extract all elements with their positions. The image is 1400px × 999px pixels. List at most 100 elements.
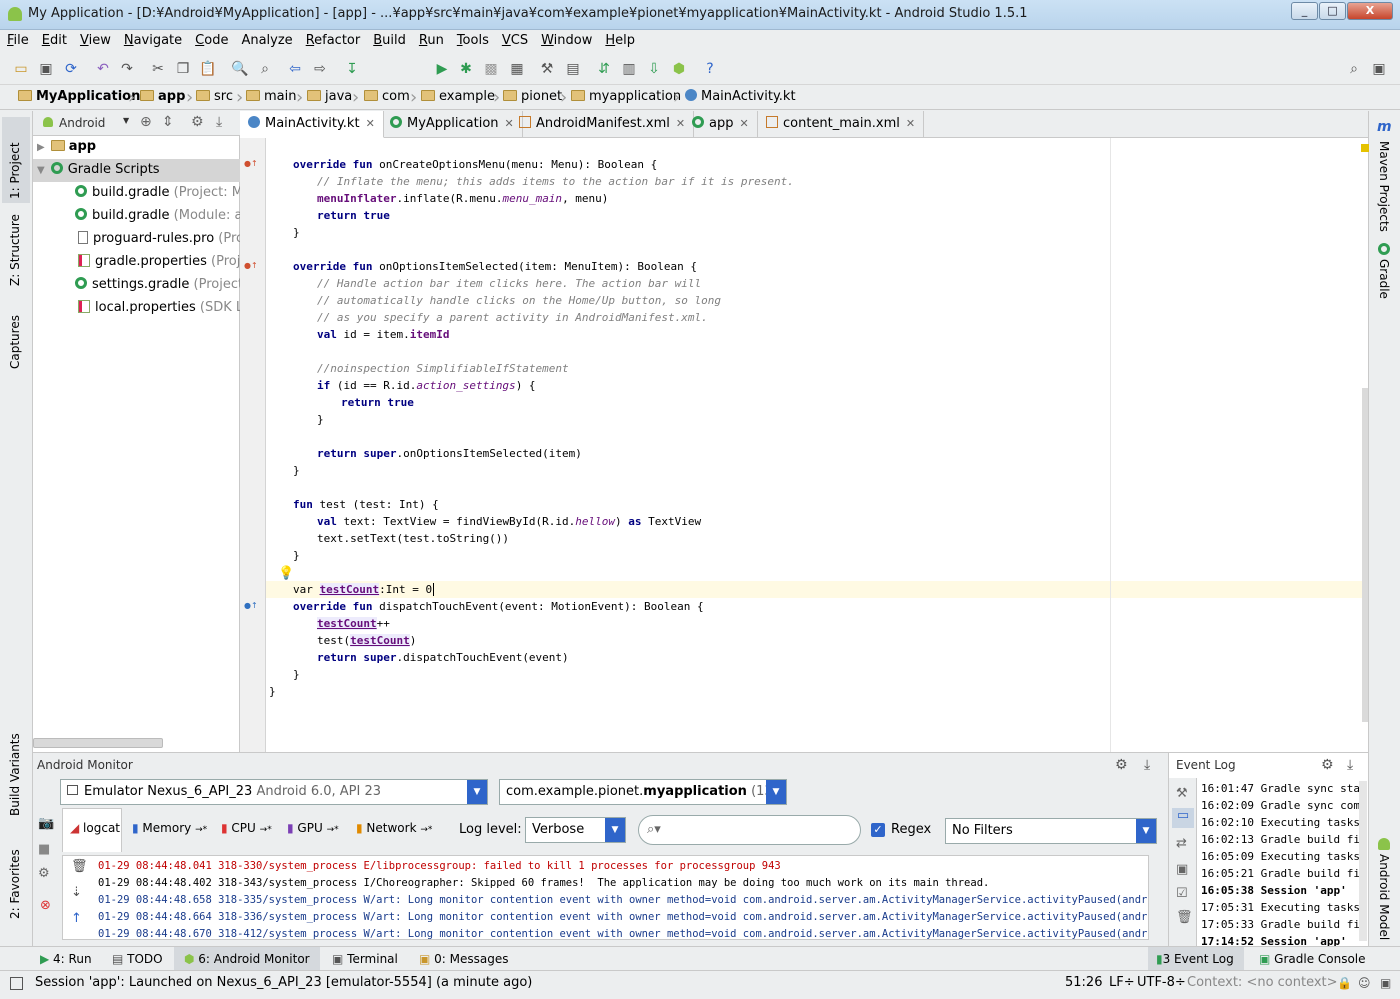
logcat-output[interactable]: 01-29 08:44:48.041 318-330/system_proces… — [62, 855, 1149, 940]
menu-view[interactable]: View — [73, 30, 117, 48]
tool-tab-android-monitor[interactable]: ⬢ 6: Android Monitor — [174, 947, 320, 971]
tool-tab-structure[interactable]: Z: Structure — [8, 214, 22, 286]
android-device-monitor-icon[interactable]: ⬢ — [670, 60, 688, 78]
avd-manager-icon[interactable]: ▥ — [620, 60, 638, 78]
breadcrumb-app[interactable]: app — [140, 89, 185, 104]
tab-mainactivity[interactable]: MainActivity.kt ✕ — [240, 111, 384, 138]
menu-file[interactable]: File — [0, 30, 35, 48]
lock-icon[interactable]: 🔒 — [1337, 976, 1352, 990]
log-level-select[interactable]: Verbose ▼ — [525, 817, 626, 843]
tool-tab-maven[interactable]: Maven Projects — [1377, 141, 1391, 232]
tab-logcat[interactable]: ◢ logcat — [70, 808, 120, 846]
tool-tab-favorites[interactable]: 2: Favorites — [8, 849, 22, 919]
make-project-icon[interactable]: ↧ — [343, 60, 361, 78]
tree-item-build-gradle-project[interactable]: build.gradle (Project: MyApplication) — [33, 182, 240, 205]
redo-icon[interactable]: ↷ — [118, 60, 136, 78]
tool-tab-messages[interactable]: ▣ 0: Messages — [419, 947, 509, 971]
scope-icon[interactable]: ⊕ — [140, 114, 152, 130]
menu-navigate[interactable]: Navigate — [117, 30, 188, 48]
project-structure-icon[interactable]: ⚒ — [538, 60, 556, 78]
tool-tab-run[interactable]: ▶ 4: Run — [40, 947, 92, 971]
breadcrumb-pionet[interactable]: pionet — [503, 89, 562, 104]
sdk-download-icon[interactable]: ⇩ — [645, 60, 663, 78]
cut-icon[interactable]: ✂ — [149, 60, 167, 78]
debug-icon[interactable]: ✱ — [457, 60, 475, 78]
tool-tab-event-log[interactable]: ▮3 Event Log — [1148, 947, 1244, 971]
camera-icon[interactable]: 📷 — [38, 816, 54, 831]
menu-window[interactable]: Window — [534, 30, 598, 48]
mark-read-icon[interactable]: ☑ — [1176, 886, 1188, 901]
maximize-button[interactable]: □ — [1319, 2, 1346, 20]
line-separator[interactable]: LF÷ — [1109, 975, 1135, 990]
menu-analyze[interactable]: Analyze — [234, 30, 298, 48]
close-button[interactable]: X — [1347, 2, 1393, 20]
inspector-icon[interactable]: ☺ — [1358, 976, 1371, 990]
menu-run[interactable]: Run — [412, 30, 450, 48]
forward-icon[interactable]: ⇨ — [311, 60, 329, 78]
system-info-icon[interactable]: ⚙ — [38, 866, 50, 881]
tool-tab-captures[interactable]: Captures — [8, 315, 22, 369]
breadcrumb-src[interactable]: src — [196, 89, 233, 104]
back-icon[interactable]: ⇦ — [286, 60, 304, 78]
hide-panel-icon[interactable]: ⤓ — [1347, 757, 1353, 773]
tree-item-gradle-scripts[interactable]: ▼ Gradle Scripts — [33, 159, 240, 182]
gear-icon[interactable]: ⚙ — [1115, 757, 1128, 773]
logcat-search-input[interactable]: ⌕▾ — [638, 815, 861, 845]
help-icon[interactable]: ? — [701, 60, 719, 78]
regex-checkbox[interactable]: ✓ — [871, 823, 885, 837]
tab-app[interactable]: app ✕ — [684, 111, 758, 138]
project-view-select[interactable]: Android ▼ — [37, 114, 133, 133]
wrap-icon[interactable]: ⇄ — [1176, 836, 1187, 851]
breadcrumb-project[interactable]: MyApplication — [18, 89, 140, 104]
undo-icon[interactable]: ↶ — [94, 60, 112, 78]
clear-log-icon[interactable]: 🗑 — [71, 858, 88, 875]
tool-tab-gradle[interactable]: Gradle — [1377, 259, 1391, 299]
attach-debugger-icon[interactable]: ▦ — [508, 60, 526, 78]
tab-gpu[interactable]: ▮ GPU →* — [287, 808, 339, 846]
menu-tools[interactable]: Tools — [450, 30, 495, 48]
filter-select[interactable]: No Filters ▼ — [945, 818, 1157, 844]
tab-myapplication[interactable]: MyApplication ✕ — [382, 111, 523, 138]
override-marker-icon[interactable]: ●↑ — [244, 261, 258, 270]
hide-icon[interactable]: ⤓ — [216, 114, 222, 130]
breadcrumb-example[interactable]: example — [421, 89, 495, 104]
tree-item-gradle-properties[interactable]: gradle.properties (Project Properties) — [33, 251, 240, 274]
copy-icon[interactable]: ❐ — [174, 60, 192, 78]
editor-scrollbar[interactable] — [1362, 388, 1368, 722]
replace-icon[interactable]: ⌕ — [256, 60, 274, 78]
sdk-manager-icon[interactable]: ▤ — [564, 60, 582, 78]
tab-cpu[interactable]: ▮ CPU →* — [221, 808, 272, 846]
window-layout-icon[interactable]: ▣ — [1370, 60, 1388, 78]
sync-icon[interactable]: ⟳ — [62, 60, 80, 78]
menu-help[interactable]: Help — [598, 30, 641, 48]
breadcrumb-main[interactable]: main — [246, 89, 296, 104]
menu-vcs[interactable]: VCS — [495, 30, 534, 48]
gear-icon[interactable]: ⚙ — [1321, 757, 1334, 773]
close-tab-icon[interactable]: ✕ — [906, 117, 915, 130]
terminate-icon[interactable]: ⊗ — [40, 898, 51, 913]
event-indicator-icon[interactable]: ▣ — [1380, 976, 1391, 990]
breadcrumb-com[interactable]: com — [364, 89, 410, 104]
coverage-icon[interactable]: ▩ — [482, 60, 500, 78]
inspection-status-icon[interactable] — [1361, 144, 1369, 152]
process-select[interactable]: com.example.pionet.myapplication (1387)▼ — [499, 779, 787, 805]
scroll-end-icon[interactable]: ⇣ — [71, 884, 82, 901]
tab-memory[interactable]: ▮ Memory →* — [132, 808, 207, 846]
code-editor[interactable]: ●↑ ●↑ 💡 ●↑ override fun onCreateOptionsM… — [240, 138, 1369, 752]
find-icon[interactable]: 🔍 — [231, 60, 249, 78]
up-arrow-icon[interactable]: ↑ — [71, 910, 82, 927]
minimize-button[interactable]: _ — [1291, 2, 1318, 20]
tool-tab-gradle-console[interactable]: ▣ Gradle Console — [1259, 947, 1366, 971]
tool-tab-android-model[interactable]: Android Model — [1377, 854, 1391, 940]
hide-panel-icon[interactable]: ⤓ — [1144, 757, 1150, 773]
tab-network[interactable]: ▮ Network →* — [356, 808, 432, 846]
close-tab-icon[interactable]: ✕ — [366, 117, 375, 130]
search-everywhere-icon[interactable]: ⌕ — [1345, 60, 1363, 78]
logcat-search-field[interactable] — [671, 821, 851, 839]
menu-build[interactable]: Build — [366, 30, 412, 48]
collapse-icon[interactable]: ⇕ — [162, 114, 174, 130]
override-marker-icon[interactable]: ●↑ — [244, 601, 258, 610]
open-folder-icon[interactable]: ▭ — [12, 60, 30, 78]
file-encoding[interactable]: UTF-8÷ — [1137, 975, 1186, 990]
tool-tab-project[interactable]: 1: Project — [8, 142, 22, 199]
